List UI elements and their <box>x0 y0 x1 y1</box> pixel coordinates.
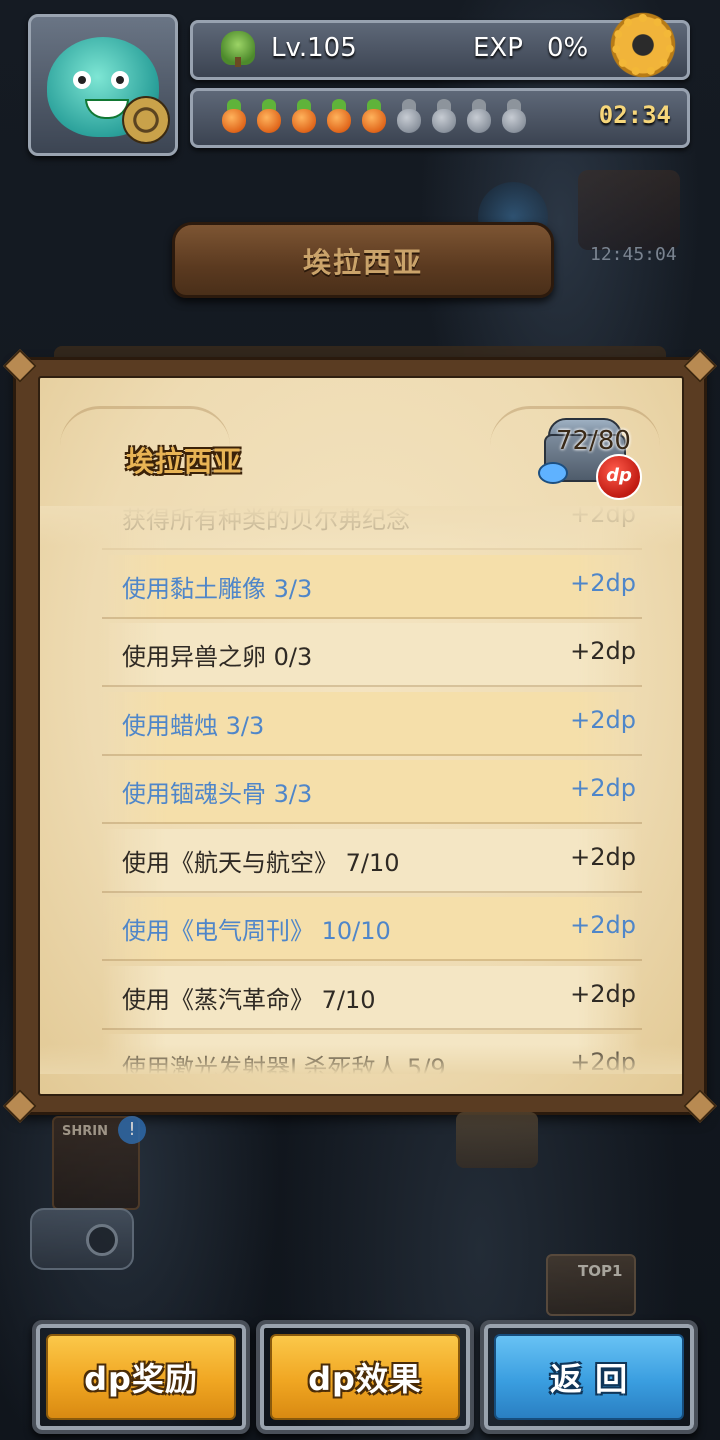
exp-label: EXP <box>473 33 523 63</box>
carrot-energy-icon <box>287 99 320 135</box>
task-name: 使用异兽之卵 0/3 <box>122 643 313 671</box>
task-reward: +2dp <box>570 705 636 734</box>
task-reward: +2dp <box>570 979 636 1008</box>
energy-timer: 02:34 <box>598 101 671 129</box>
dp-reward-label: dp奖励 <box>84 1360 198 1398</box>
gem-icon <box>538 462 568 484</box>
task-row: 使用《蒸汽革命》 7/10 +2dp <box>102 965 642 1030</box>
carrot-energy-icon <box>252 99 285 135</box>
back-button[interactable]: 返 回 <box>480 1320 698 1434</box>
task-row: 使用《航天与航空》 7/10 +2dp <box>102 828 642 893</box>
dp-task-dialog: 埃拉西亚 72/80 dp 使用激光发射器L杀死敌人 5/9+2dp使用《蒸汽革… <box>3 349 717 1123</box>
dp-badge-icon: dp <box>596 454 642 500</box>
dialog-title: 埃拉西亚 <box>126 445 243 478</box>
task-reward: +2dp <box>570 842 636 871</box>
npc-portrait-icon[interactable] <box>456 1112 538 1168</box>
shrine-label: SHRIN <box>62 1124 108 1139</box>
carrot-body <box>222 109 246 133</box>
carrot-empty-icon <box>462 99 495 135</box>
region-banner-title: 埃拉西亚 <box>302 246 423 279</box>
task-row: 使用蜡烛 3/3 +2dp <box>102 691 642 756</box>
carrot-empty-icon <box>392 99 425 135</box>
task-name: 使用蜡烛 3/3 <box>122 711 265 740</box>
list-fade-top <box>40 506 682 546</box>
dp-reward-button[interactable]: dp奖励 <box>32 1320 250 1434</box>
carrot-energy-icon <box>322 99 355 135</box>
task-name: 使用《航天与航空》 7/10 <box>122 848 400 877</box>
task-reward: +2dp <box>570 911 636 939</box>
info-alert-icon[interactable]: ! <box>118 1116 146 1144</box>
region-banner: 埃拉西亚 <box>172 222 554 298</box>
task-reward: +2dp <box>570 637 636 665</box>
exp-value: 0% <box>547 33 589 63</box>
carrot-body <box>362 109 386 133</box>
task-row: 使用《电气周刊》 10/10 +2dp <box>102 897 642 961</box>
task-reward: +2dp <box>570 568 636 597</box>
building-timer: 12:45:04 <box>590 244 677 265</box>
level-text: Lv.105 <box>271 33 357 63</box>
workshop-building-icon <box>578 170 680 250</box>
dp-progress-counter: 72/80 <box>556 426 631 456</box>
carrot-body <box>397 109 421 133</box>
avatar-eye <box>73 71 91 89</box>
task-list[interactable]: 使用激光发射器L杀死敌人 5/9+2dp使用《蒸汽革命》 7/10+2dp使用《… <box>40 506 682 1074</box>
carrot-body <box>432 109 456 133</box>
tree-level-icon <box>221 31 255 67</box>
top-label: TOP1 <box>578 1262 623 1280</box>
radio-icon[interactable] <box>30 1208 134 1270</box>
energy-bar: 02:34 <box>190 88 690 148</box>
task-reward: +2dp <box>570 774 636 802</box>
dp-effect-label: dp效果 <box>308 1360 422 1398</box>
task-row: 使用黏土雕像 3/3 +2dp <box>102 554 642 619</box>
task-name: 使用锢魂头骨 3/3 <box>122 780 313 808</box>
back-label: 返 回 <box>549 1360 629 1398</box>
task-row: 使用异兽之卵 0/3 +2dp <box>102 623 642 687</box>
task-name: 使用黏土雕像 3/3 <box>122 574 313 603</box>
settings-gear-icon[interactable] <box>610 12 676 78</box>
dialog-parchment: 埃拉西亚 72/80 dp 使用激光发射器L杀死敌人 5/9+2dp使用《蒸汽革… <box>38 376 684 1096</box>
dp-effect-button[interactable]: dp效果 <box>256 1320 474 1434</box>
carrot-empty-icon <box>497 99 530 135</box>
task-name: 使用《蒸汽革命》 7/10 <box>122 985 376 1014</box>
avatar-medal-icon <box>122 96 170 144</box>
carrot-body <box>257 109 281 133</box>
list-fade-bottom <box>40 1044 682 1074</box>
carrot-energy-row <box>217 99 530 137</box>
task-name: 使用《电气周刊》 10/10 <box>122 917 391 945</box>
carrot-empty-icon <box>427 99 460 135</box>
carrot-body <box>467 109 491 133</box>
avatar-eye <box>111 71 129 89</box>
carrot-energy-icon <box>217 99 250 135</box>
carrot-body <box>292 109 316 133</box>
carrot-energy-icon <box>357 99 390 135</box>
task-row: 使用锢魂头骨 3/3 +2dp <box>102 760 642 824</box>
carrot-body <box>502 109 526 133</box>
leaderboard-badge[interactable]: TOP1 <box>546 1254 636 1316</box>
carrot-body <box>327 109 351 133</box>
